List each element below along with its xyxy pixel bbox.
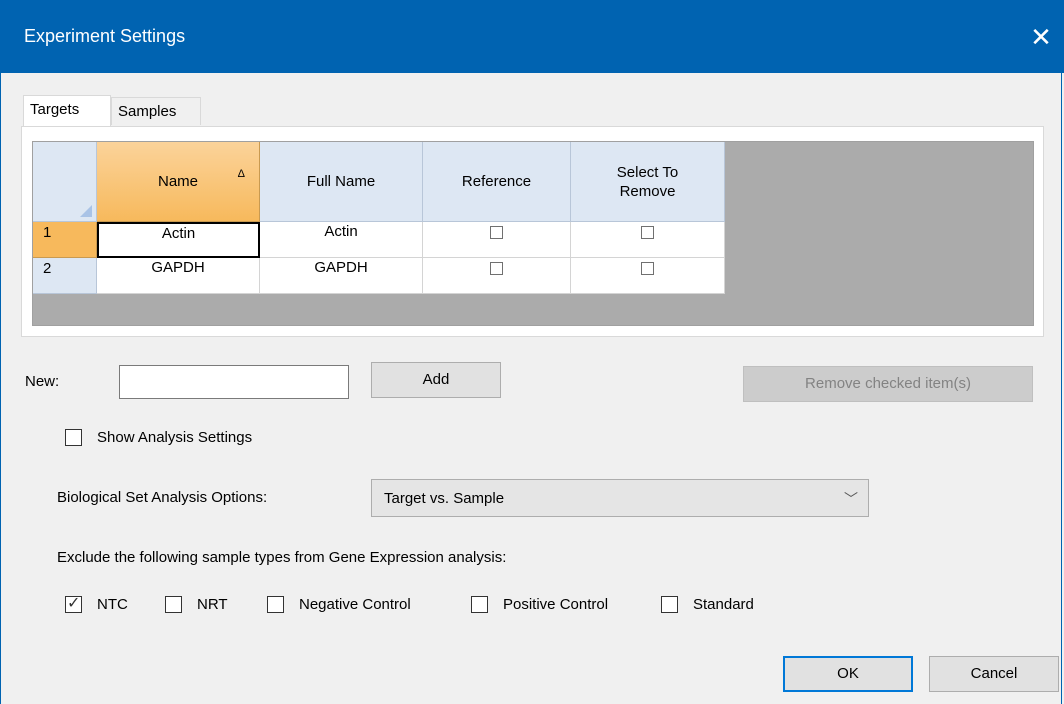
cell-full-name-2[interactable]: GAPDH (260, 258, 423, 294)
cell-reference-1 (423, 222, 571, 258)
ntc-label: NTC (97, 596, 128, 613)
checkmark-icon: ✓ (67, 595, 81, 612)
ok-button[interactable]: OK (783, 656, 913, 692)
targets-grid: Name Δ Full Name Reference Select To Rem… (32, 141, 1034, 326)
row-header-2[interactable]: 2 (33, 258, 97, 294)
column-header-reference[interactable]: Reference (423, 142, 571, 222)
grid-corner[interactable] (33, 142, 97, 222)
cell-name-2[interactable]: GAPDH (97, 258, 260, 294)
tab-targets[interactable]: Targets (23, 95, 111, 126)
biological-set-value: Target vs. Sample (384, 490, 505, 507)
nrt-label: NRT (197, 596, 228, 613)
exclude-label: Exclude the following sample types from … (57, 549, 507, 566)
close-icon[interactable]: ✕ (1018, 15, 1064, 59)
column-header-name[interactable]: Name Δ (97, 142, 260, 222)
window-title: Experiment Settings (24, 26, 186, 46)
standard-label: Standard (693, 596, 754, 613)
show-analysis-label: Show Analysis Settings (97, 429, 253, 446)
new-target-input[interactable] (119, 365, 349, 399)
cell-remove-2 (571, 258, 725, 294)
biological-set-label: Biological Set Analysis Options: (57, 489, 268, 506)
standard-checkbox[interactable] (661, 596, 678, 613)
reference-checkbox-1[interactable] (490, 226, 503, 239)
cell-full-name-1[interactable]: Actin (260, 222, 423, 258)
sort-ascending-icon: Δ (237, 168, 245, 180)
chevron-down-icon: ﹀ (844, 491, 858, 507)
positive-control-label: Positive Control (503, 596, 609, 613)
remove-checked-button[interactable]: Remove checked item(s) (743, 366, 1033, 402)
cancel-button[interactable]: Cancel (929, 656, 1059, 692)
reference-checkbox-2[interactable] (490, 262, 503, 275)
nrt-checkbox[interactable] (165, 596, 182, 613)
ntc-checkbox[interactable]: ✓ (65, 595, 82, 613)
new-label: New: (25, 373, 60, 390)
cell-remove-1 (571, 222, 725, 258)
cell-name-1[interactable]: Actin (97, 222, 260, 258)
column-header-select-to-remove[interactable]: Select To Remove (571, 142, 725, 222)
negative-control-label: Negative Control (299, 596, 411, 613)
title-bar: Experiment Settings ✕ (0, 0, 1064, 73)
tab-samples[interactable]: Samples (111, 97, 201, 125)
column-header-full-name[interactable]: Full Name (260, 142, 423, 222)
remove-checkbox-1[interactable] (641, 226, 654, 239)
biological-set-dropdown[interactable]: Target vs. Sample ﹀ (371, 479, 869, 517)
column-name-label: Name (157, 173, 198, 190)
dialog-body: Targets Samples Name Δ Full Name Referen… (0, 73, 1062, 704)
positive-control-checkbox[interactable] (471, 596, 488, 613)
add-button[interactable]: Add (371, 362, 501, 398)
targets-panel: Name Δ Full Name Reference Select To Rem… (21, 126, 1044, 337)
negative-control-checkbox[interactable] (267, 596, 284, 613)
remove-checkbox-2[interactable] (641, 262, 654, 275)
show-analysis-checkbox[interactable] (65, 429, 82, 446)
cell-reference-2 (423, 258, 571, 294)
row-header-1[interactable]: 1 (33, 222, 97, 258)
